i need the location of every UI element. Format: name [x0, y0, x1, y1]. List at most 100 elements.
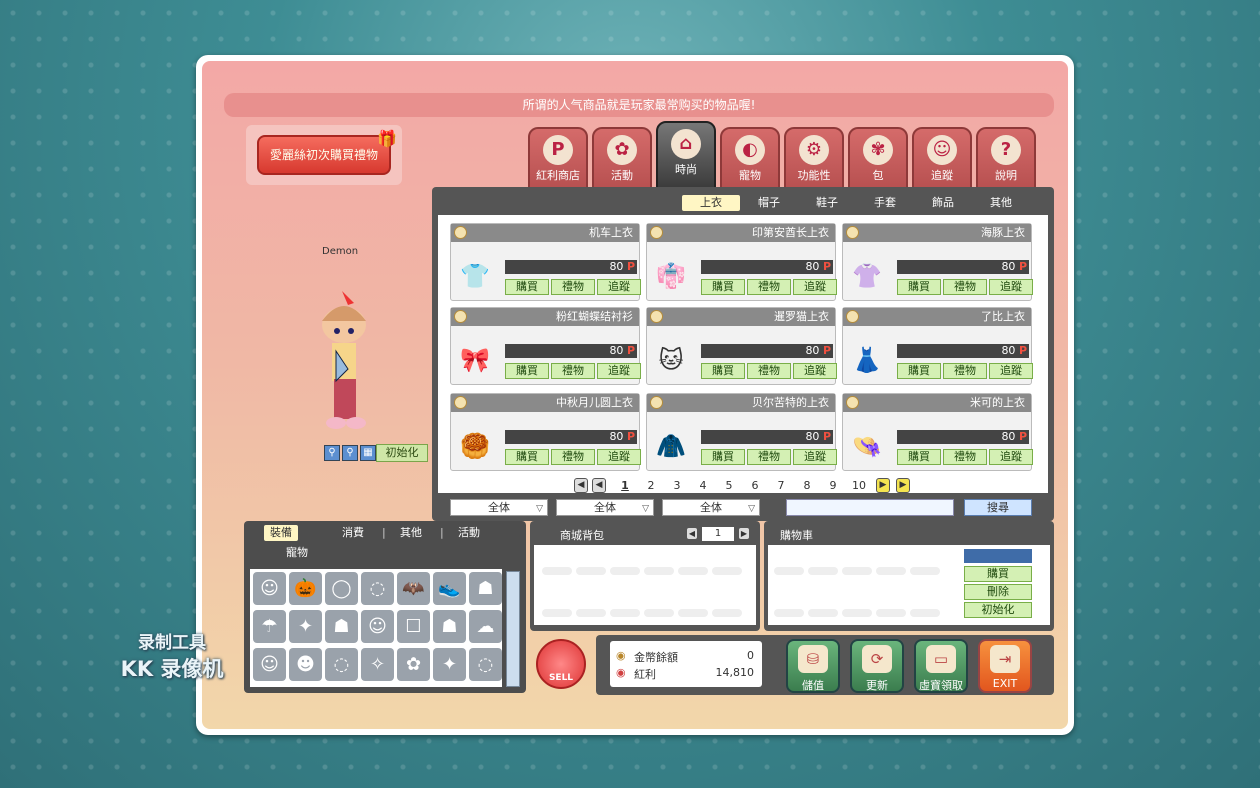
subtab-hats[interactable]: 帽子 — [740, 195, 798, 211]
track-button[interactable]: 追蹤 — [989, 363, 1033, 379]
buy-button[interactable]: 購買 — [701, 279, 745, 295]
inv-tab-equip[interactable]: 裝備 — [264, 525, 298, 541]
filter-dropdown-1[interactable]: 全体 ▽ — [450, 499, 548, 516]
subtab-other[interactable]: 其他 — [972, 195, 1030, 211]
gift-button[interactable]: 禮物 — [747, 449, 791, 465]
tab-help[interactable]: ? 說明 — [976, 127, 1036, 189]
tab-functional[interactable]: ⚙ 功能性 — [784, 127, 844, 189]
prev-page-arrow-icon[interactable]: ◀ — [592, 478, 606, 493]
search-button[interactable]: 搜尋 — [964, 499, 1032, 516]
inventory-slot[interactable]: ☗ — [469, 572, 502, 605]
inventory-slot[interactable]: ☺ — [361, 610, 394, 643]
inventory-slot[interactable]: 🦇 — [397, 572, 430, 605]
gift-button[interactable]: 禮物 — [943, 279, 987, 295]
track-button[interactable]: 追蹤 — [793, 449, 837, 465]
inventory-slot[interactable]: ☻ — [289, 648, 322, 681]
gift-button[interactable]: 禮物 — [551, 363, 595, 379]
inventory-slot[interactable]: ◌ — [469, 648, 502, 681]
inventory-slot[interactable]: ☗ — [433, 610, 466, 643]
inventory-slot[interactable]: 🎃 — [289, 572, 322, 605]
filter-dropdown-2[interactable]: 全体 ▽ — [556, 499, 654, 516]
first-purchase-gift-button[interactable]: 愛麗絲初次購買禮物 — [257, 135, 391, 175]
inv-tab-event[interactable]: 活動 — [458, 525, 480, 541]
page-number[interactable]: 3 — [668, 477, 686, 495]
bag-prev-arrow-icon[interactable]: ◀ — [686, 527, 698, 540]
subtab-shoes[interactable]: 鞋子 — [798, 195, 856, 211]
cart-reset-button[interactable]: 初始化 — [964, 602, 1032, 618]
inventory-slot[interactable]: ◌ — [361, 572, 394, 605]
page-number[interactable]: 2 — [642, 477, 660, 495]
inv-tab-pet[interactable]: 寵物 — [286, 545, 308, 561]
gift-button[interactable]: 禮物 — [943, 363, 987, 379]
inventory-slot[interactable]: ◯ — [325, 572, 358, 605]
tab-bonus-shop[interactable]: P 紅利商店 — [528, 127, 588, 189]
recharge-button[interactable]: ⛁ 儲值 — [786, 639, 840, 693]
inventory-slot[interactable]: ☗ — [325, 610, 358, 643]
track-button[interactable]: 追蹤 — [989, 449, 1033, 465]
inventory-slot[interactable]: ☁ — [469, 610, 502, 643]
item-icon[interactable]: 👚 — [851, 258, 883, 294]
tab-package[interactable]: ✾ 包 — [848, 127, 908, 189]
track-button[interactable]: 追蹤 — [597, 449, 641, 465]
item-icon[interactable]: 👒 — [851, 428, 883, 464]
page-number[interactable]: 1 — [616, 477, 634, 495]
item-icon[interactable]: 👕 — [459, 258, 491, 294]
inv-tab-etc[interactable]: 其他 — [400, 525, 422, 541]
character-reset-button[interactable]: 初始化 — [376, 444, 428, 462]
subtab-gloves[interactable]: 手套 — [856, 195, 914, 211]
buy-button[interactable]: 購買 — [897, 363, 941, 379]
tab-event[interactable]: ✿ 活動 — [592, 127, 652, 189]
item-icon[interactable]: 🎀 — [459, 342, 491, 378]
item-icon[interactable]: 🧥 — [655, 428, 687, 464]
page-number[interactable]: 10 — [850, 477, 868, 495]
gift-button[interactable]: 禮物 — [943, 449, 987, 465]
buy-button[interactable]: 購買 — [897, 279, 941, 295]
tab-track[interactable]: ☺ 追蹤 — [912, 127, 972, 189]
inventory-slot[interactable]: ☺ — [253, 572, 286, 605]
walk-icon[interactable]: ⚲ — [324, 445, 340, 461]
tab-fashion[interactable]: ⌂ 時尚 — [656, 121, 716, 189]
inventory-slot[interactable]: 👟 — [433, 572, 466, 605]
track-button[interactable]: 追蹤 — [793, 363, 837, 379]
buy-button[interactable]: 購買 — [701, 363, 745, 379]
last-page-arrow-icon[interactable]: ▶ — [896, 478, 910, 493]
inventory-slot[interactable]: ✦ — [433, 648, 466, 681]
page-number[interactable]: 9 — [824, 477, 842, 495]
inventory-slot[interactable]: ☂ — [253, 610, 286, 643]
track-button[interactable]: 追蹤 — [597, 279, 641, 295]
gift-button[interactable]: 禮物 — [551, 279, 595, 295]
inventory-slot[interactable]: ✿ — [397, 648, 430, 681]
run-icon[interactable]: ⚲ — [342, 445, 358, 461]
track-button[interactable]: 追蹤 — [597, 363, 641, 379]
page-number[interactable]: 7 — [772, 477, 790, 495]
inventory-scrollbar[interactable] — [506, 571, 520, 687]
gift-button[interactable]: 禮物 — [747, 279, 791, 295]
page-number[interactable]: 6 — [746, 477, 764, 495]
inventory-slot[interactable]: ✦ — [289, 610, 322, 643]
search-input[interactable] — [786, 499, 954, 516]
inventory-slot[interactable]: ☐ — [397, 610, 430, 643]
buy-button[interactable]: 購買 — [897, 449, 941, 465]
filter-dropdown-3[interactable]: 全体 ▽ — [662, 499, 760, 516]
buy-button[interactable]: 購買 — [505, 363, 549, 379]
subtab-accessories[interactable]: 飾品 — [914, 195, 972, 211]
track-button[interactable]: 追蹤 — [793, 279, 837, 295]
item-icon[interactable]: 🐱 — [655, 342, 687, 378]
item-icon[interactable]: 🥮 — [459, 428, 491, 464]
inventory-slot[interactable]: ✧ — [361, 648, 394, 681]
track-button[interactable]: 追蹤 — [989, 279, 1033, 295]
cart-delete-button[interactable]: 刪除 — [964, 584, 1032, 600]
sell-button[interactable]: SELL — [536, 639, 586, 689]
tab-pet[interactable]: ◐ 寵物 — [720, 127, 780, 189]
item-icon[interactable]: 👗 — [851, 342, 883, 378]
page-number[interactable]: 8 — [798, 477, 816, 495]
claim-items-button[interactable]: ▭ 虛寶領取 — [914, 639, 968, 693]
exit-button[interactable]: ⇥ EXIT — [978, 639, 1032, 693]
subtab-tops[interactable]: 上衣 — [682, 195, 740, 211]
buy-button[interactable]: 購買 — [505, 279, 549, 295]
item-icon[interactable]: 👘 — [655, 258, 687, 294]
next-page-arrow-icon[interactable]: ▶ — [876, 478, 890, 493]
refresh-button[interactable]: ⟳ 更新 — [850, 639, 904, 693]
page-number[interactable]: 5 — [720, 477, 738, 495]
page-number[interactable]: 4 — [694, 477, 712, 495]
